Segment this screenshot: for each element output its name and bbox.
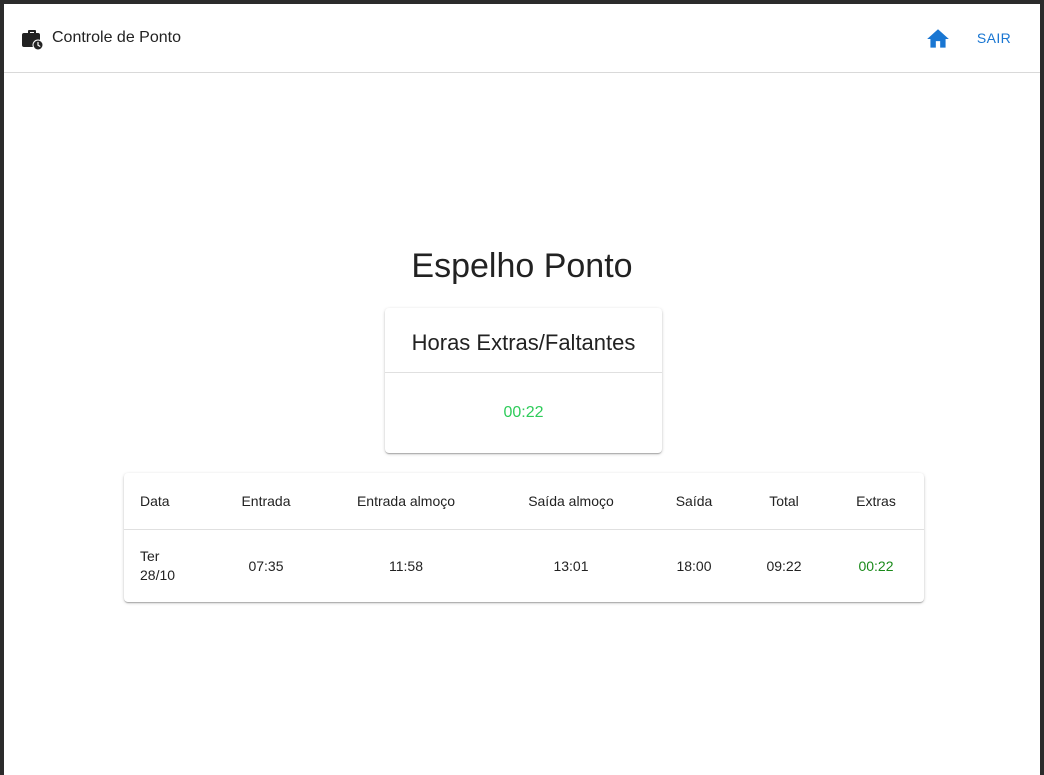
app-title: Controle de Ponto	[52, 29, 181, 46]
cell-saida: 18:00	[676, 558, 712, 574]
cell-total: 09:22	[766, 558, 802, 574]
summary-title: Horas Extras/Faltantes	[411, 330, 636, 355]
home-icon	[927, 29, 949, 48]
header-entrada-almoco: Entrada almoço	[356, 493, 456, 509]
header-entrada: Entrada	[241, 493, 291, 509]
cell-extras: 00:22	[858, 558, 894, 574]
cell-day-month: 28/10	[140, 567, 176, 583]
page-title: Espelho Ponto	[411, 247, 633, 285]
home-button[interactable]	[925, 26, 951, 52]
cell-entrada-almoco: 11:58	[389, 558, 423, 574]
table-header-row: Data Entrada Entrada almoço Saída almoço…	[124, 473, 924, 530]
cell-date: Ter 28/10	[140, 547, 200, 585]
header-total: Total	[769, 493, 799, 509]
cell-entrada: 07:35	[248, 558, 284, 574]
timesheet-table: Data Entrada Entrada almoço Saída almoço…	[124, 473, 924, 602]
logout-button[interactable]: SAIR	[966, 29, 1022, 47]
app-window: Controle de Ponto SAIR Espelho Ponto Hor…	[4, 4, 1040, 775]
header-saida-almoco: Saída almoço	[528, 493, 614, 509]
header-extras: Extras	[856, 493, 896, 509]
header-data: Data	[140, 493, 170, 509]
cell-weekday: Ter	[140, 548, 160, 564]
header-saida: Saída	[675, 493, 713, 509]
briefcase-clock-icon	[20, 27, 44, 51]
app-bar: Controle de Ponto SAIR	[4, 4, 1040, 73]
overtime-summary-card: Horas Extras/Faltantes 00:22	[385, 308, 662, 453]
cell-saida-almoco: 13:01	[553, 558, 589, 574]
divider	[385, 372, 662, 373]
overtime-balance: 00:22	[503, 404, 544, 421]
